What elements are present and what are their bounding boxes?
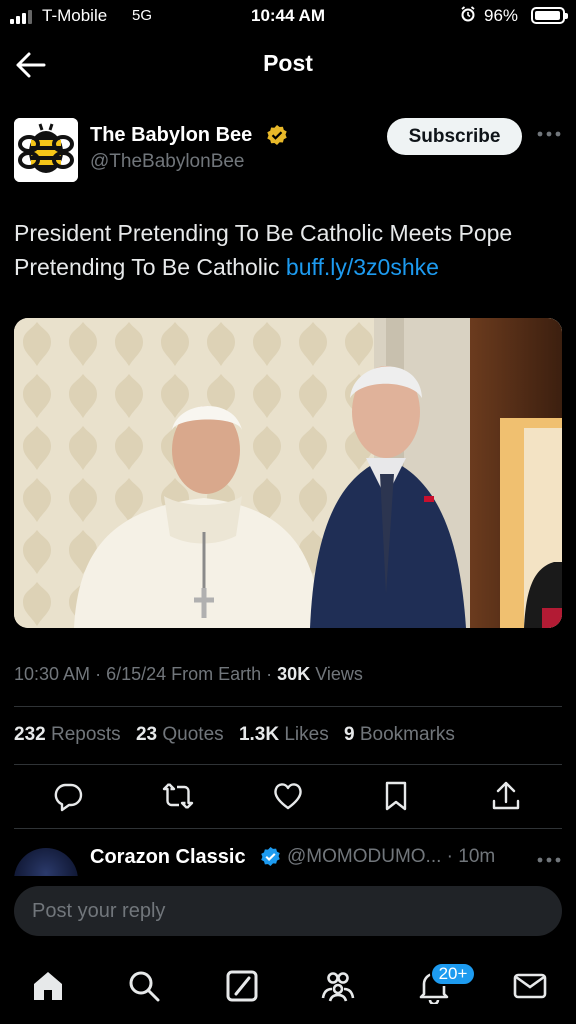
- engagement-stats: 232 Reposts 23 Quotes 1.3K Likes 9 Bookm…: [14, 724, 465, 746]
- bookmarks-stat[interactable]: 9 Bookmarks: [344, 724, 455, 745]
- quotes-stat[interactable]: 23 Quotes: [136, 724, 224, 745]
- home-icon[interactable]: [30, 968, 66, 1004]
- bottom-tab-bar: [0, 950, 576, 1024]
- communities-icon[interactable]: [320, 968, 356, 1004]
- reply-input[interactable]: [14, 886, 562, 936]
- verified-badge-icon: [260, 846, 281, 867]
- post-photo[interactable]: [14, 318, 562, 628]
- views-label: Views: [315, 664, 363, 684]
- repost-icon[interactable]: [162, 780, 194, 812]
- reply-item[interactable]: Corazon Classic @MOMODUMO... · 10m: [0, 840, 576, 876]
- post-text: President Pretending To Be Catholic Meet…: [14, 216, 564, 284]
- alarm-icon: [460, 6, 476, 26]
- like-icon[interactable]: [272, 780, 304, 812]
- post-date: 6/15/24: [106, 664, 167, 684]
- notifications-badge: 20+: [430, 962, 476, 986]
- post-source: From Earth: [171, 664, 262, 684]
- avatar[interactable]: [14, 118, 78, 182]
- messages-icon[interactable]: [512, 968, 548, 1004]
- avatar[interactable]: [14, 848, 78, 876]
- views-count: 30K: [277, 664, 311, 684]
- reply-author-name[interactable]: Corazon Classic: [90, 846, 246, 869]
- divider: [14, 764, 562, 765]
- battery-percent: 96%: [484, 6, 519, 25]
- page-title: Post: [263, 50, 313, 76]
- bookmark-icon[interactable]: [380, 780, 412, 812]
- post-time: 10:30 AM: [14, 664, 91, 684]
- status-bar: T-Mobile 5G 10:44 AM 96%: [0, 0, 576, 32]
- likes-stat[interactable]: 1.3K Likes: [239, 724, 329, 745]
- divider: [14, 828, 562, 829]
- reply-icon[interactable]: [52, 780, 84, 812]
- reposts-stat[interactable]: 232 Reposts: [14, 724, 121, 745]
- action-bar: [0, 780, 576, 816]
- more-options-icon[interactable]: [534, 850, 564, 870]
- grok-icon[interactable]: [224, 968, 260, 1004]
- more-options-icon[interactable]: [534, 124, 564, 144]
- post-meta: 10:30 AM · 6/15/24 From Earth · 30K View…: [14, 664, 363, 684]
- divider: [14, 706, 562, 707]
- author-name[interactable]: The Babylon Bee: [90, 124, 252, 147]
- subscribe-button[interactable]: Subscribe: [387, 118, 522, 155]
- share-icon[interactable]: [490, 780, 522, 812]
- author-handle[interactable]: @TheBabylonBee: [90, 151, 245, 173]
- babylon-bee-logo-icon: [14, 118, 78, 182]
- post-header: Post: [0, 36, 576, 96]
- reply-handle-time: @MOMODUMO... · 10m: [287, 846, 496, 867]
- post-link[interactable]: buff.ly/3z0shke: [286, 254, 439, 280]
- verified-badge-icon: [266, 124, 288, 146]
- battery-icon: [531, 7, 568, 24]
- search-icon[interactable]: [126, 968, 162, 1004]
